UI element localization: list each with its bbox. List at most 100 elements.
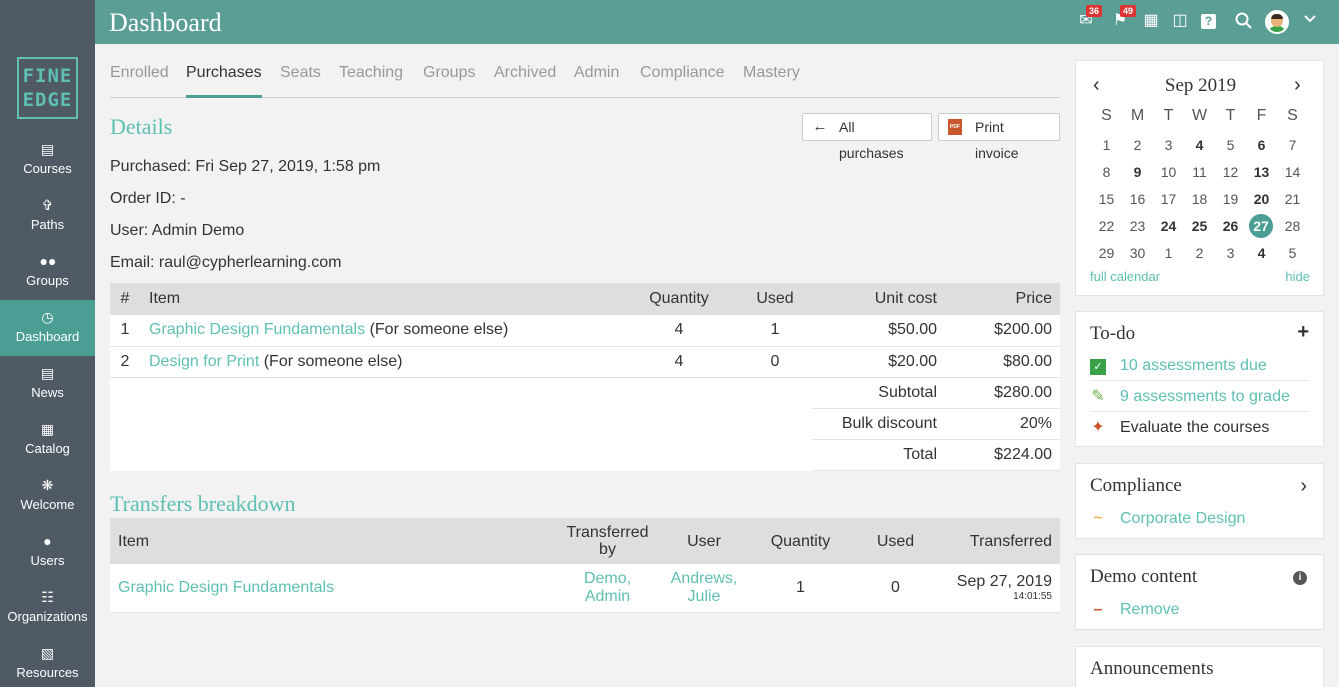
next-month-icon[interactable]: › <box>1294 74 1301 97</box>
calendar-day[interactable]: 4 <box>1246 245 1277 261</box>
messages-badge: 36 <box>1086 5 1103 17</box>
help-icon[interactable]: ? <box>1201 14 1216 29</box>
calendar-day[interactable]: 28 <box>1277 218 1308 234</box>
calendar-day[interactable]: 18 <box>1184 191 1215 207</box>
calendar-month: Sep 2019 <box>1164 75 1237 96</box>
calendar-day[interactable]: 27 <box>1249 214 1273 238</box>
calendar-day[interactable]: 29 <box>1091 245 1122 261</box>
messages-icon[interactable]: ✉ 36 <box>1077 5 1103 30</box>
signpost-icon: ✞ <box>41 197 54 213</box>
weekday-label: T <box>1163 107 1174 124</box>
purchases-table: # Item Quantity Used Unit cost Price 1 G… <box>110 283 1060 471</box>
calendar-day[interactable]: 9 <box>1122 164 1153 180</box>
search-icon[interactable] <box>1234 12 1252 30</box>
catalog-icon: ▦ <box>40 421 55 437</box>
calendar-day[interactable]: 24 <box>1153 218 1184 234</box>
tab-archived[interactable]: Archived <box>494 64 556 98</box>
total-row: Total $224.00 <box>110 439 1060 471</box>
calendar-day[interactable]: 1 <box>1153 245 1184 261</box>
chevron-down-icon[interactable] <box>1301 12 1319 30</box>
tab-enrolled[interactable]: Enrolled <box>110 64 169 98</box>
calendar-day[interactable]: 20 <box>1246 191 1277 207</box>
calendar-day[interactable]: 16 <box>1122 191 1153 207</box>
tab-purchases[interactable]: Purchases <box>186 64 262 98</box>
tab-teaching[interactable]: Teaching <box>339 64 403 98</box>
hide-calendar-link[interactable]: hide <box>1285 269 1310 284</box>
calendar-day[interactable]: 21 <box>1277 191 1308 207</box>
info-icon[interactable]: i <box>1293 571 1307 585</box>
sidebar-item-groups[interactable]: ●● Groups <box>0 244 95 300</box>
sidebar-item-resources[interactable]: ▧ Resources <box>0 636 95 687</box>
calendar-day[interactable]: 5 <box>1215 137 1246 153</box>
calendar-day[interactable]: 23 <box>1122 218 1153 234</box>
sidebar-item-catalog[interactable]: ▦ Catalog <box>0 412 95 468</box>
item-link[interactable]: Graphic Design Fundamentals <box>118 579 334 596</box>
calendar-day[interactable]: 13 <box>1246 164 1277 180</box>
print-invoice-button[interactable]: PDF Print invoice <box>938 113 1060 161</box>
tab-seats[interactable]: Seats <box>280 64 321 98</box>
calendar-day[interactable]: 17 <box>1153 191 1184 207</box>
calendar-day[interactable]: 26 <box>1215 218 1246 234</box>
calendar-icon[interactable]: ▦ <box>1142 12 1160 30</box>
calendar-day[interactable]: 8 <box>1091 164 1122 180</box>
weekday-label: F <box>1256 107 1267 124</box>
weekday-label: T <box>1225 107 1236 124</box>
notifications-badge: 49 <box>1120 5 1137 17</box>
todo-item[interactable]: ✎ 9 assessments to grade <box>1090 381 1309 412</box>
col-num: # <box>110 283 140 315</box>
resources-icon: ▧ <box>40 645 55 661</box>
calendar-day[interactable]: 12 <box>1215 164 1246 180</box>
sidebar-item-users[interactable]: ● Users <box>0 524 95 580</box>
item-link[interactable]: Design for Print <box>149 353 259 370</box>
logo[interactable]: FINE EDGE <box>17 57 78 119</box>
remove-demo-item[interactable]: – Remove <box>1090 594 1309 625</box>
subtotal-row: Subtotal $280.00 <box>110 377 1060 409</box>
user-link[interactable]: Andrews, Julie <box>655 564 753 613</box>
sidebar-item-news[interactable]: ▤ News <box>0 356 95 412</box>
all-purchases-button[interactable]: ← All purchases <box>802 113 932 161</box>
tab-groups[interactable]: Groups <box>423 64 475 98</box>
todo-item[interactable]: ✓ 10 assessments due <box>1090 350 1309 381</box>
bell-icon[interactable]: ⚑ 49 <box>1111 5 1137 30</box>
avatar[interactable] <box>1265 10 1289 34</box>
pdf-icon: PDF <box>948 119 962 135</box>
tab-compliance[interactable]: Compliance <box>640 64 724 98</box>
sidebar-item-paths[interactable]: ✞ Paths <box>0 188 95 244</box>
todo-item[interactable]: ✦ Evaluate the courses <box>1090 412 1309 443</box>
news-icon: ▤ <box>40 365 55 381</box>
compliance-item[interactable]: ~ Corporate Design <box>1090 503 1309 534</box>
user-info: User: Admin Demo <box>110 222 245 239</box>
calendar-day[interactable]: 6 <box>1246 137 1277 153</box>
sidebar-item-welcome[interactable]: ❋ Welcome <box>0 468 95 524</box>
calendar-day[interactable]: 22 <box>1091 218 1122 234</box>
sidebar-item-dashboard[interactable]: ◷ Dashboard <box>0 300 95 356</box>
table-header: # Item Quantity Used Unit cost Price <box>110 283 1060 315</box>
calendar-day[interactable]: 10 <box>1153 164 1184 180</box>
calendar-day[interactable]: 2 <box>1184 245 1215 261</box>
item-link[interactable]: Graphic Design Fundamentals <box>149 321 365 338</box>
chevron-right-icon[interactable]: › <box>1300 475 1307 498</box>
sidebar-item-courses[interactable]: ▤ Courses <box>0 132 95 188</box>
trash-icon[interactable]: ◫ <box>1171 12 1189 30</box>
sidebar-item-organizations[interactable]: ☷ Organizations <box>0 580 95 636</box>
full-calendar-link[interactable]: full calendar <box>1090 269 1160 284</box>
tab-admin[interactable]: Admin <box>574 64 619 98</box>
calendar-day[interactable]: 14 <box>1277 164 1308 180</box>
calendar-day[interactable]: 7 <box>1277 137 1308 153</box>
calendar-day[interactable]: 30 <box>1122 245 1153 261</box>
transferred-by-link[interactable]: Demo, Admin <box>560 564 655 613</box>
calendar-day[interactable]: 3 <box>1215 245 1246 261</box>
table-header: Item Transferred by User Quantity Used Tr… <box>110 518 1060 564</box>
calendar-day[interactable]: 3 <box>1153 137 1184 153</box>
add-icon[interactable]: + <box>1297 321 1309 344</box>
organizations-icon: ☷ <box>41 589 54 605</box>
calendar-day[interactable]: 4 <box>1184 137 1215 153</box>
calendar-day[interactable]: 1 <box>1091 137 1122 153</box>
calendar-day[interactable]: 5 <box>1277 245 1308 261</box>
calendar-day[interactable]: 11 <box>1184 164 1215 180</box>
calendar-day[interactable]: 15 <box>1091 191 1122 207</box>
calendar-day[interactable]: 25 <box>1184 218 1215 234</box>
calendar-day[interactable]: 19 <box>1215 191 1246 207</box>
calendar-day[interactable]: 2 <box>1122 137 1153 153</box>
tab-mastery[interactable]: Mastery <box>743 64 800 98</box>
